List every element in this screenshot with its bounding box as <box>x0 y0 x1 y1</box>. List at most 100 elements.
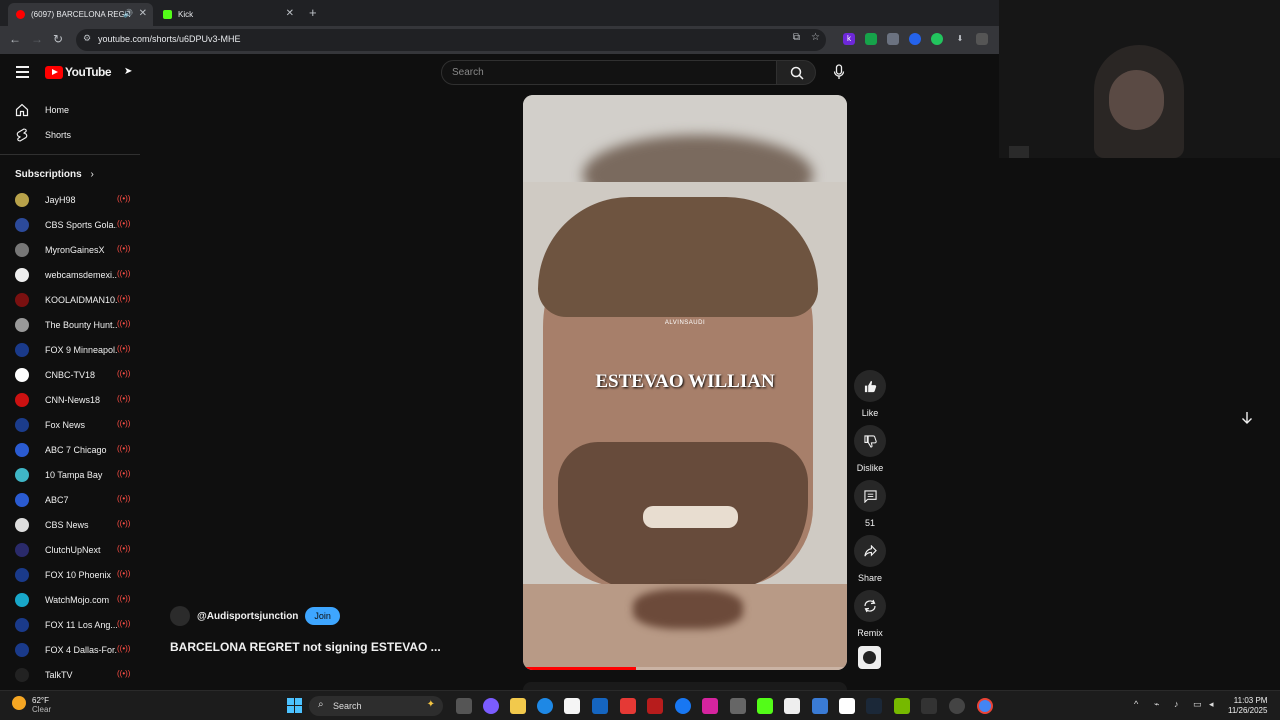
shorts-video-player[interactable]: ALVINSAUDI ESTEVAO WILLIAN <box>523 95 847 670</box>
facebook-icon[interactable] <box>675 698 691 714</box>
sidebar-subscription-item[interactable]: ABC 7 Chicago ((•)) <box>0 439 140 461</box>
sidebar-subscription-item[interactable]: Fox News ((•)) <box>0 414 140 436</box>
nvidia-icon[interactable] <box>894 698 910 714</box>
microphone-tray-icon[interactable]: ♪ <box>1174 699 1179 709</box>
outlook-icon[interactable] <box>592 698 608 714</box>
weather-temp: 62°F <box>32 696 49 705</box>
install-app-icon[interactable]: ⧉ <box>793 32 800 43</box>
sidebar-item-shorts[interactable]: Shorts <box>0 124 140 146</box>
download-icon[interactable]: ⬇ <box>954 33 966 45</box>
extension-blue-icon[interactable] <box>909 33 921 45</box>
copilot-icon[interactable] <box>483 698 499 714</box>
remix-button-circle <box>854 590 886 622</box>
clock-time: 11:03 PM <box>1233 696 1268 705</box>
steam-icon[interactable] <box>866 698 882 714</box>
snipping-tool-icon[interactable] <box>812 698 828 714</box>
remix-action[interactable]: Remix <box>854 590 886 638</box>
site-info-icon[interactable]: ⚙ <box>83 33 91 44</box>
calculator-icon[interactable] <box>730 698 746 714</box>
sidebar-subscription-item[interactable]: webcamsdemexi... ((•)) <box>0 264 140 286</box>
subscriptions-header[interactable]: Subscriptions › <box>15 169 94 180</box>
youtube-app-icon[interactable] <box>620 698 636 714</box>
sidebar-subscription-item[interactable]: FOX 9 Minneapol... ((•)) <box>0 339 140 361</box>
sidebar-subscription-item[interactable]: JayH98 ((•)) <box>0 189 140 211</box>
forward-icon[interactable]: → <box>31 32 43 46</box>
share-action[interactable]: Share <box>854 535 886 583</box>
video-title[interactable]: BARCELONA REGRET not signing ESTEVAO ... <box>170 640 441 654</box>
progress-bar-track[interactable] <box>523 667 847 670</box>
close-tab-icon[interactable]: ✕ <box>139 8 147 19</box>
profile-icon[interactable] <box>976 33 988 45</box>
taskbar-search[interactable]: ⌕ Search ✦ <box>309 696 443 716</box>
search-input[interactable]: Search <box>441 60 777 85</box>
windows-start-icon[interactable] <box>287 698 302 713</box>
sidebar-subscription-item[interactable]: MyronGainesX ((•)) <box>0 239 140 261</box>
channel-avatar[interactable] <box>170 606 190 626</box>
comments-action[interactable]: 51 <box>854 480 886 528</box>
epic-games-icon[interactable] <box>921 698 937 714</box>
file-explorer-icon[interactable] <box>510 698 526 714</box>
dislike-action[interactable]: Dislike <box>854 425 886 473</box>
sidebar-subscription-item[interactable]: KOOLAIDMAN10... ((•)) <box>0 289 140 311</box>
sidebar-subscription-item[interactable]: CBS Sports Gola... ((•)) <box>0 214 140 236</box>
speaker-icon[interactable]: 🔊 <box>123 9 133 18</box>
sidebar-subscription-item[interactable]: 10 Tampa Bay ((•)) <box>0 464 140 486</box>
sidebar-subscription-item[interactable]: FOX 11 Los Ang... ((•)) <box>0 614 140 636</box>
sidebar-subscription-item[interactable]: FOX 10 Phoenix ((•)) <box>0 564 140 586</box>
browser-tab-youtube[interactable]: (6097) BARCELONA REGRET 🔊 ✕ <box>8 3 153 26</box>
settings-icon[interactable] <box>949 698 965 714</box>
address-bar[interactable]: ⚙ youtube.com/shorts/u6DPUv3-MHE ⧉ ☆ <box>76 29 826 51</box>
instagram-icon[interactable] <box>702 698 718 714</box>
youtube-logo[interactable]: YouTube <box>45 65 112 79</box>
sidebar-subscription-item[interactable]: CBS News ((•)) <box>0 514 140 536</box>
channel-avatar <box>15 443 29 457</box>
subscription-name: MyronGainesX <box>45 245 105 255</box>
extension-grammar-icon[interactable] <box>931 33 943 45</box>
display-icon[interactable]: ▭ <box>1193 699 1202 710</box>
sidebar-subscription-item[interactable]: FOX 4 Dallas-For... ((•)) <box>0 639 140 661</box>
task-view-icon[interactable] <box>456 698 472 714</box>
join-button[interactable]: Join <box>305 607 340 625</box>
sidebar-subscription-item[interactable]: CNN-News18 ((•)) <box>0 389 140 411</box>
live-indicator-icon: ((•)) <box>117 494 131 503</box>
sidebar-subscription-item[interactable]: CNBC-TV18 ((•)) <box>0 364 140 386</box>
weather-icon[interactable] <box>12 696 26 710</box>
channel-name[interactable]: @Audisportsjunction <box>197 611 298 622</box>
back-icon[interactable]: ← <box>9 32 21 46</box>
sidebar-subscription-item[interactable]: ABC7 ((•)) <box>0 489 140 511</box>
kick-app-icon[interactable] <box>757 698 773 714</box>
tray-chevron-up-icon[interactable]: ^ <box>1134 699 1138 709</box>
capcut-icon[interactable] <box>839 698 855 714</box>
next-video-arrow-icon[interactable] <box>1241 411 1253 425</box>
sidebar-subscription-item[interactable]: The Bounty Hunt... ((•)) <box>0 314 140 336</box>
search-button[interactable] <box>776 60 816 85</box>
chrome-icon[interactable] <box>977 698 993 714</box>
new-tab-icon[interactable]: + <box>309 5 317 20</box>
sidebar-divider <box>0 154 140 155</box>
clock[interactable]: 11:03 PM 11/26/2025 <box>1228 696 1267 716</box>
store-icon[interactable] <box>564 698 580 714</box>
microphone-icon[interactable] <box>833 64 845 80</box>
reload-icon[interactable]: ↻ <box>53 32 63 46</box>
sidebar-subscription-item[interactable]: ClutchUpNext ((•)) <box>0 539 140 561</box>
menu-icon[interactable] <box>16 66 29 78</box>
weather-widget[interactable]: 62°F Clear <box>32 696 51 714</box>
volume-icon[interactable]: ◂ <box>1209 699 1214 710</box>
sidebar-item-home[interactable]: Home <box>0 99 140 121</box>
network-icon[interactable]: ⌁ <box>1154 699 1159 710</box>
sound-thumbnail[interactable] <box>858 646 881 669</box>
amazon-icon[interactable] <box>784 698 800 714</box>
extension-k-icon[interactable]: k <box>843 33 855 45</box>
browser-tab-kick[interactable]: Kick ✕ <box>155 3 300 26</box>
red-app-icon[interactable] <box>647 698 663 714</box>
subscription-name: ABC7 <box>45 495 69 505</box>
sidebar-subscription-item[interactable]: TalkTV ((•)) <box>0 664 140 686</box>
like-action[interactable]: Like <box>854 370 886 418</box>
taskbar-search-label: Search <box>333 701 362 711</box>
extension-green-icon[interactable] <box>865 33 877 45</box>
extension-puzzle-icon[interactable] <box>887 33 899 45</box>
close-tab-icon[interactable]: ✕ <box>286 8 294 19</box>
edge-icon[interactable] <box>537 698 553 714</box>
bookmark-star-icon[interactable]: ☆ <box>811 32 820 43</box>
sidebar-subscription-item[interactable]: WatchMojo.com ((•)) <box>0 589 140 611</box>
